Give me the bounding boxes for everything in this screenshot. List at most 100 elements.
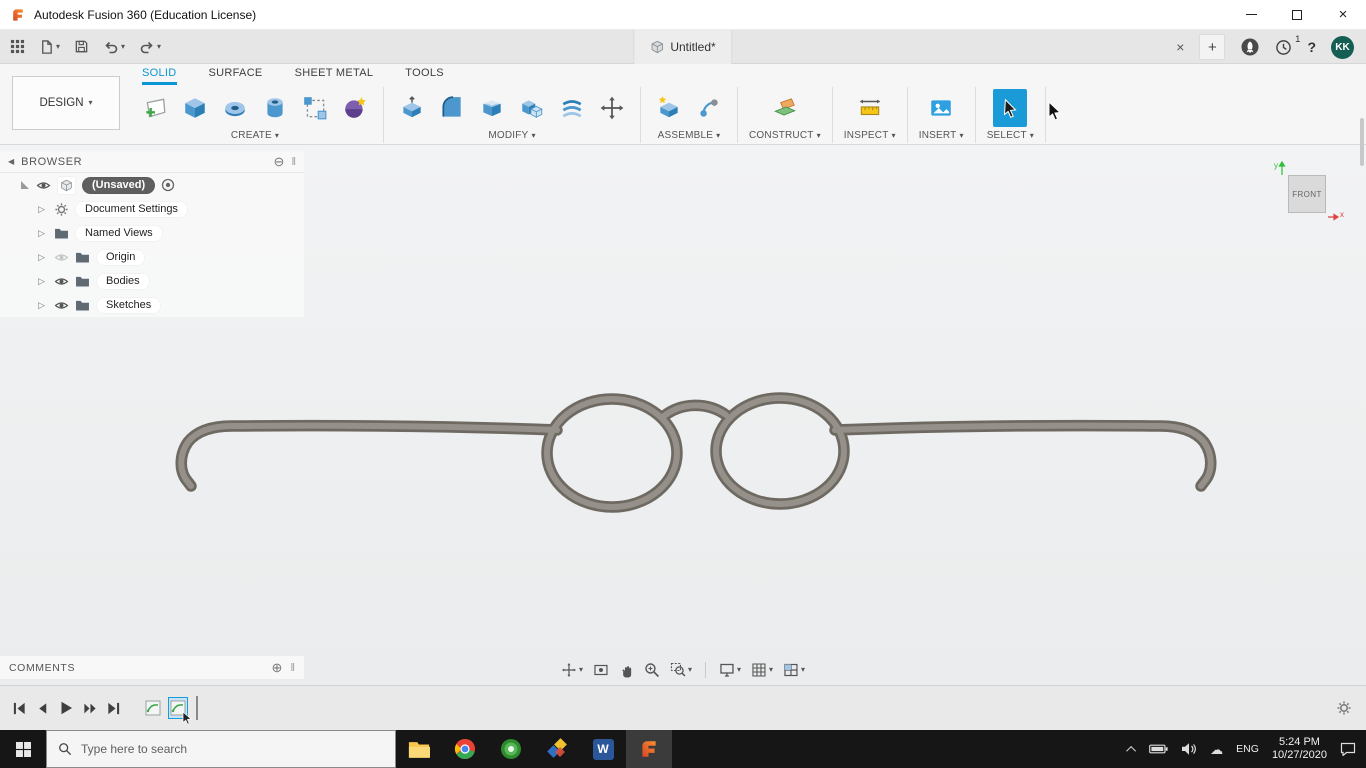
move-button[interactable] (595, 89, 629, 127)
assemble-menu-button[interactable]: ASSEMBLE ▾ (658, 130, 721, 141)
tab-sheet-metal[interactable]: SHEET METAL (295, 67, 374, 82)
diamond-app-button[interactable] (534, 730, 580, 768)
help-button[interactable]: ? (1307, 39, 1316, 55)
undo-button[interactable]: ▾ (103, 39, 125, 55)
browser-root-row[interactable]: (Unsaved) (0, 173, 304, 197)
expand-icon[interactable]: ▷ (38, 300, 48, 311)
battery-icon[interactable] (1149, 744, 1168, 754)
document-tab[interactable]: Untitled* (633, 30, 733, 64)
minimize-button[interactable] (1228, 0, 1274, 29)
tab-tools[interactable]: TOOLS (405, 67, 444, 82)
root-expand-icon[interactable] (20, 180, 30, 190)
taskbar-search[interactable] (46, 730, 396, 768)
avatar[interactable]: KK (1331, 35, 1354, 59)
expand-icon[interactable]: ▷ (38, 276, 48, 287)
app-grid-button[interactable] (10, 39, 25, 54)
tree-row-label[interactable]: Origin (96, 248, 146, 266)
timeline-go-to-start-button[interactable] (12, 701, 27, 716)
expand-icon[interactable]: ▷ (38, 204, 48, 215)
tree-row-label[interactable]: Bodies (96, 272, 150, 290)
pan-button[interactable] (616, 660, 637, 680)
green-app-button[interactable] (488, 730, 534, 768)
display-settings-button[interactable]: ▾ (716, 660, 744, 680)
create-menu-button[interactable]: CREATE ▾ (231, 130, 279, 141)
eye-icon[interactable] (36, 180, 51, 191)
browser-grip[interactable]: ‖ (291, 156, 296, 168)
inspect-menu-button[interactable]: INSPECT ▾ (844, 130, 896, 141)
job-status-button[interactable]: 1 (1275, 34, 1300, 56)
look-at-button[interactable] (590, 660, 612, 680)
timeline-step-back-button[interactable] (35, 701, 50, 716)
viewports-button[interactable]: ▾ (780, 660, 808, 680)
timeline-play-button[interactable] (58, 700, 74, 716)
select-menu-button[interactable]: SELECT ▾ (987, 130, 1034, 141)
new-tab-button[interactable]: + (1199, 34, 1226, 60)
tree-row-sketches[interactable]: ▷ Sketches (0, 293, 304, 317)
chrome-button[interactable] (442, 730, 488, 768)
file-explorer-button[interactable] (396, 730, 442, 768)
expand-icon[interactable]: ▷ (38, 228, 48, 239)
press-pull-button[interactable] (395, 89, 429, 127)
word-button[interactable]: W (580, 730, 626, 768)
expand-icon[interactable]: ▷ (38, 252, 48, 263)
root-document-label[interactable]: (Unsaved) (82, 176, 156, 194)
tree-row-label[interactable]: Document Settings (75, 200, 188, 218)
language-indicator[interactable]: ENG (1236, 743, 1259, 755)
construct-menu-button[interactable]: CONSTRUCT ▾ (749, 130, 821, 141)
construct-plane-button[interactable] (768, 89, 802, 127)
tree-row-document-settings[interactable]: ▷ Document Settings (0, 197, 304, 221)
modify-menu-button[interactable]: MODIFY ▾ (488, 130, 535, 141)
viewcube[interactable]: y FRONT x (1272, 159, 1344, 225)
timeline-settings-button[interactable] (1336, 700, 1352, 716)
timeline-position-marker[interactable] (196, 696, 198, 720)
insert-button[interactable] (924, 89, 958, 127)
fusion360-taskbar-button[interactable] (626, 730, 672, 768)
activate-component-icon[interactable] (161, 178, 175, 192)
combine-button[interactable] (515, 89, 549, 127)
timeline-go-to-end-button[interactable] (106, 701, 121, 716)
tab-surface[interactable]: SURFACE (209, 67, 263, 82)
timeline-feature-sketch1[interactable] (143, 697, 163, 719)
redo-button[interactable]: ▾ (139, 39, 161, 55)
joint-button[interactable] (692, 89, 726, 127)
timeline-feature-sketch2[interactable] (168, 697, 192, 725)
new-component-button[interactable] (652, 89, 686, 127)
create-sketch-button[interactable] (138, 89, 172, 127)
comments-grip[interactable]: ‖ (290, 662, 295, 674)
coil-button[interactable] (338, 89, 372, 127)
comments-bar[interactable]: COMMENTS ⊕ ‖ (0, 656, 304, 679)
grid-snaps-button[interactable]: ▾ (748, 660, 776, 680)
viewcube-front-face[interactable]: FRONT (1288, 175, 1326, 213)
timeline-step-forward-button[interactable] (82, 701, 98, 716)
maximize-button[interactable] (1274, 0, 1320, 29)
onedrive-cloud-icon[interactable]: ☁ (1210, 743, 1223, 756)
canvas-viewport[interactable]: ◀ BROWSER ⊖ ‖ (Unsaved) ▷ Document Setti… (0, 145, 1366, 685)
browser-collapse-button[interactable]: ◀ (8, 157, 14, 166)
close-tab-button[interactable]: × (1176, 39, 1184, 55)
taskbar-search-input[interactable] (81, 742, 361, 756)
insert-menu-button[interactable]: INSERT ▾ (919, 130, 964, 141)
zoom-window-button[interactable]: ▾ (667, 660, 695, 680)
file-menu-button[interactable]: ▾ (39, 39, 60, 55)
eye-hidden-icon[interactable] (54, 252, 69, 263)
eye-icon[interactable] (54, 300, 69, 311)
select-button[interactable] (993, 89, 1028, 127)
orbit-button[interactable]: ▾ (558, 660, 586, 680)
volume-icon[interactable] (1181, 742, 1197, 756)
save-button[interactable] (74, 39, 89, 54)
tray-expand-icon[interactable] (1126, 745, 1137, 756)
close-button[interactable]: × (1320, 0, 1366, 29)
cylinder-button[interactable] (258, 89, 292, 127)
tree-row-label[interactable]: Sketches (96, 296, 162, 314)
offset-face-button[interactable] (555, 89, 589, 127)
shell-button[interactable] (475, 89, 509, 127)
revolve-button[interactable] (218, 89, 252, 127)
tree-row-origin[interactable]: ▷ Origin (0, 245, 304, 269)
taskbar-clock[interactable]: 5:24 PM 10/27/2020 (1272, 736, 1327, 762)
extrude-button[interactable] (178, 89, 212, 127)
fillet-button[interactable] (435, 89, 469, 127)
tree-row-label[interactable]: Named Views (75, 224, 163, 242)
tree-row-named-views[interactable]: ▷ Named Views (0, 221, 304, 245)
eye-icon[interactable] (54, 276, 69, 287)
browser-minimize-button[interactable]: ⊖ (274, 155, 285, 168)
